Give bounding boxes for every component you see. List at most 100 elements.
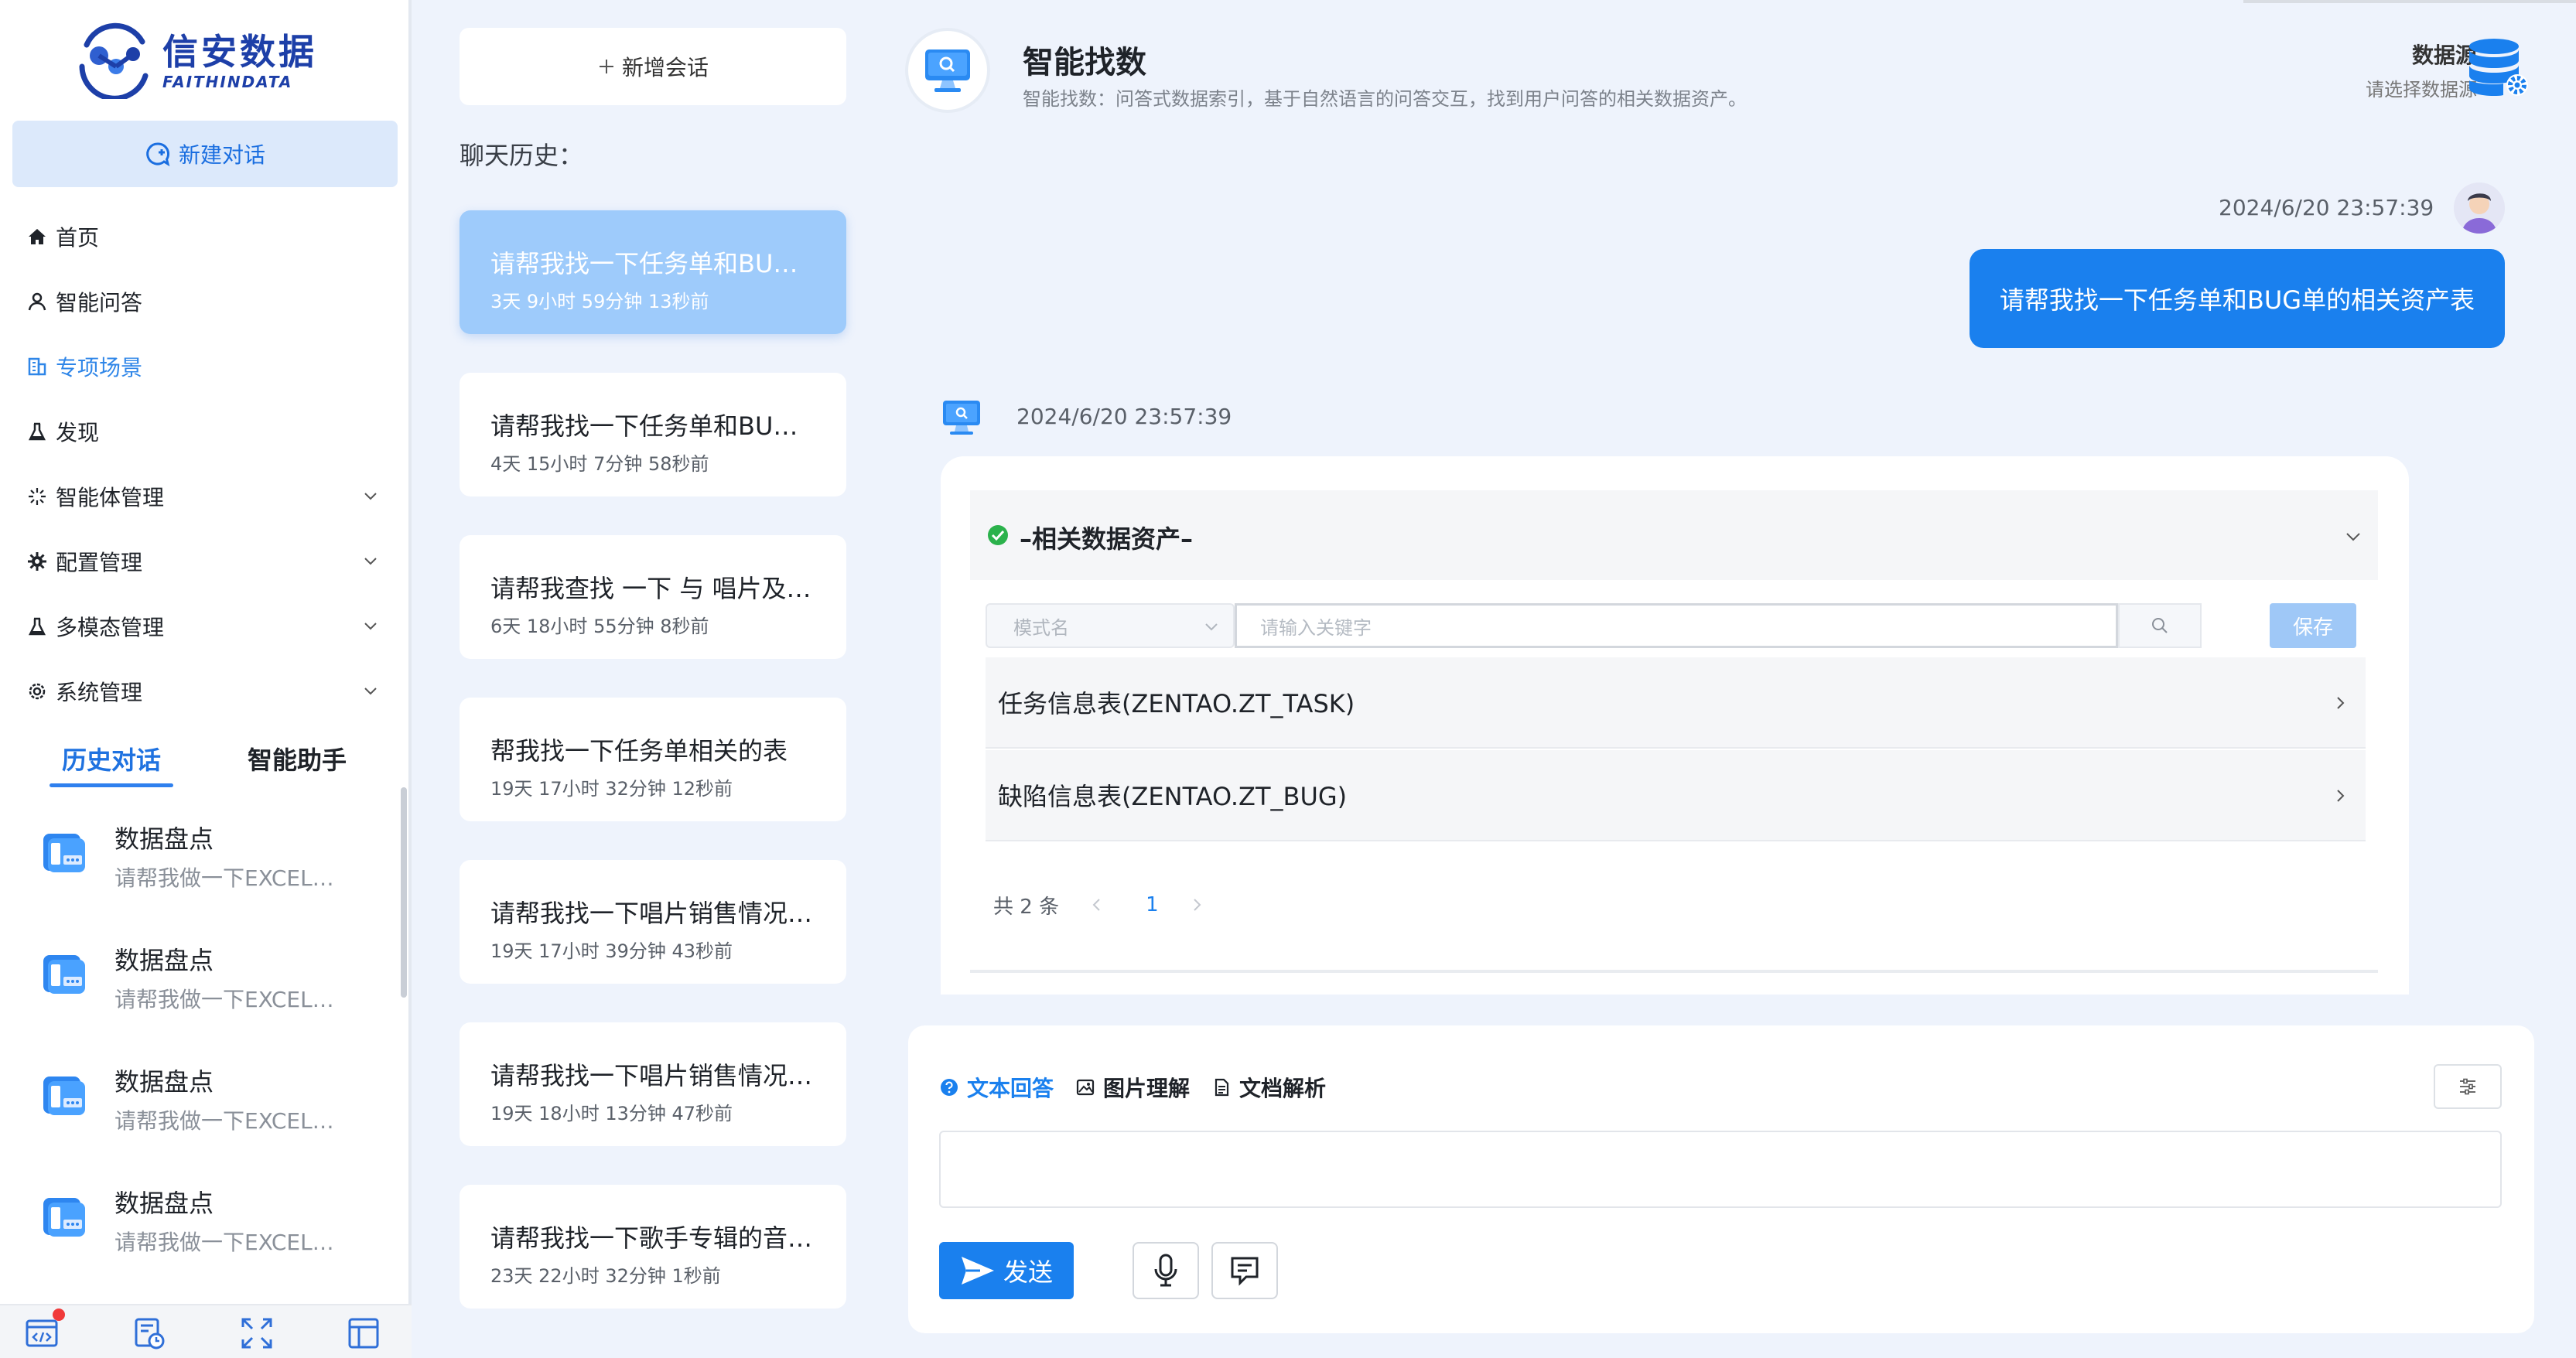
report-clock-icon[interactable] (132, 1316, 166, 1350)
page-number[interactable]: 1 (1146, 893, 1159, 916)
sparkle-icon (26, 486, 48, 507)
quick-reply-button[interactable] (1211, 1242, 1278, 1299)
history-item[interactable]: 请帮我查找 一下 与 唱片及销售相关的表 6天 18小时 55分钟 8秒前 (460, 535, 846, 659)
new-session-label: 新增会话 (621, 55, 709, 80)
app-window-icon (43, 1077, 85, 1115)
chat-history-panel: 新增会话 聊天历史： 请帮我找一下任务单和BUG单的相关资产表 3天 9小时 5… (460, 28, 846, 1358)
gear-icon (26, 551, 48, 572)
table-row-label: 缺陷信息表(ZENTAO.ZT_BUG) (998, 782, 1348, 811)
answer-mode-tabs: 文本回答 图片理解 文档解析 (939, 1069, 1348, 1106)
nav-item-agent-management[interactable]: 智能体管理 (0, 464, 412, 529)
mode-document-parsing[interactable]: 文档解析 (1211, 1072, 1326, 1103)
chevron-right-icon (2337, 697, 2345, 709)
conversation-title: 数据盘点 (114, 1189, 214, 1218)
flask-icon (26, 616, 48, 637)
table-row[interactable]: 任务信息表(ZENTAO.ZT_TASK) (986, 657, 2366, 749)
history-item-time: 3天 9小时 59分钟 13秒前 (490, 291, 709, 312)
history-item-time: 19天 18小时 13分钟 47秒前 (490, 1103, 733, 1124)
mode-image-understanding[interactable]: 图片理解 (1075, 1072, 1190, 1103)
history-item-title: 帮我找一下任务单相关的表 (490, 736, 788, 766)
logo-mark-icon (79, 22, 149, 99)
search-icon (2152, 618, 2168, 633)
nav-item-label: 首页 (56, 225, 100, 251)
list-item[interactable]: 数据盘点 请帮我做一下EXCEL… (0, 790, 402, 912)
nav-item-discover[interactable]: 发现 (0, 399, 412, 464)
message-icon (1231, 1257, 1259, 1286)
conversation-title: 数据盘点 (114, 946, 214, 975)
schema-select[interactable]: 模式名 (986, 603, 1235, 648)
user-avatar-icon (2454, 183, 2505, 234)
tab-history[interactable]: 历史对话 (50, 730, 173, 787)
expand-icon[interactable] (240, 1316, 274, 1350)
conversation-list: 数据盘点 请帮我做一下EXCEL… 数据盘点 请帮我做一下EXCEL… 数据盘点… (0, 790, 402, 1304)
keyword-input[interactable]: 请输入关键字 (1235, 603, 2118, 648)
database-gear-icon[interactable] (2465, 36, 2531, 101)
nav-item-system-management[interactable]: 系统管理 (0, 659, 412, 724)
list-item[interactable]: 数据盘点 请帮我做一下EXCEL… (0, 1033, 402, 1155)
send-button[interactable]: 发送 (939, 1242, 1074, 1299)
conversation-title: 数据盘点 (114, 824, 214, 854)
history-title: 聊天历史： (460, 141, 584, 170)
send-label: 发送 (1003, 1257, 1053, 1287)
list-item[interactable]: 数据盘点 请帮我做一下EXCEL… (0, 1155, 402, 1276)
scrollbar[interactable] (401, 787, 407, 998)
history-item-title: 请帮我查找 一下 与 唱片及销售相关的表 (490, 574, 815, 603)
history-item-time: 19天 17小时 39分钟 43秒前 (490, 940, 733, 962)
chevron-down-icon (364, 493, 377, 500)
chevron-left-icon[interactable] (1088, 896, 1105, 913)
history-item[interactable]: 请帮我找一下任务单和BUG单的相关资产表 3天 9小时 59分钟 13秒前 (460, 210, 846, 334)
history-item[interactable]: 请帮我找一下任务单和BUG单的相关资产表 4天 15小时 7分钟 58秒前 (460, 373, 846, 496)
new-chat-label: 新建对话 (178, 142, 265, 168)
conversation-snippet: 请帮我做一下EXCEL… (114, 865, 334, 891)
mode-label: 文本回答 (967, 1076, 1054, 1101)
app-window-icon (43, 1198, 85, 1237)
assets-section-header[interactable]: –相关数据资产– (970, 490, 2378, 580)
main-nav: 首页 智能问答 专项场景 发现 智能体管理 配置管理 多模态管理 系统管理 (0, 204, 412, 724)
bot-message-time: 2024/6/20 23:57:39 (1016, 404, 1232, 429)
history-item-time: 19天 17小时 32分钟 12秒前 (490, 778, 733, 800)
nav-item-qa[interactable]: 智能问答 (0, 269, 412, 334)
layout-icon[interactable] (347, 1316, 381, 1350)
pagination: 共 2 条 1 (993, 889, 1205, 920)
image-icon (1076, 1079, 1095, 1096)
chevron-right-icon[interactable] (1188, 896, 1205, 913)
history-item[interactable]: 请帮我找一下歌手专辑的音乐相关的表 23天 22小时 32分钟 1秒前 (460, 1185, 846, 1309)
history-item[interactable]: 请帮我找一下唱片销售情况相关的表 19天 17小时 39分钟 43秒前 (460, 860, 846, 984)
chevron-down-icon (2346, 533, 2360, 541)
table-row[interactable]: 缺陷信息表(ZENTAO.ZT_BUG) (986, 750, 2366, 841)
nav-item-config-management[interactable]: 配置管理 (0, 529, 412, 594)
save-button[interactable]: 保存 (2270, 603, 2356, 648)
tab-assistant[interactable]: 智能助手 (235, 730, 359, 787)
list-item[interactable]: 数据盘点 请帮我做一下EXCEL… (0, 912, 402, 1033)
nav-item-multimodal-management[interactable]: 多模态管理 (0, 594, 412, 659)
building-icon (26, 356, 48, 377)
plus-icon (599, 60, 613, 73)
voice-input-button[interactable] (1133, 1242, 1199, 1299)
history-item-title: 请帮我找一下唱片销售情况相关的表 (490, 899, 815, 928)
nav-item-special-scenes[interactable]: 专项场景 (0, 334, 412, 399)
history-item[interactable]: 请帮我找一下唱片销售情况相关的表 19天 18小时 13分钟 47秒前 (460, 1022, 846, 1146)
settings-button[interactable] (2434, 1064, 2502, 1109)
brand-name-cn: 信安数据 (162, 31, 317, 73)
nav-item-home[interactable]: 首页 (0, 204, 412, 269)
mode-text-answer[interactable]: 文本回答 (939, 1072, 1054, 1103)
brand-logo[interactable]: 信安数据 FAITHINDATA (71, 22, 350, 99)
flask-icon (26, 421, 48, 442)
new-session-button[interactable]: 新增会话 (460, 28, 846, 105)
mode-label: 文档解析 (1239, 1076, 1327, 1101)
search-button[interactable] (2118, 603, 2202, 648)
app-window-icon (43, 834, 85, 872)
settings-icon (26, 681, 48, 702)
message-input[interactable] (939, 1131, 2502, 1208)
code-window-icon[interactable] (25, 1316, 59, 1350)
nav-item-label: 智能问答 (56, 290, 143, 316)
table-row-label: 任务信息表(ZENTAO.ZT_TASK) (998, 689, 1355, 718)
new-chat-button[interactable]: 新建对话 (12, 121, 398, 187)
history-item-time: 4天 15小时 7分钟 58秒前 (490, 453, 709, 475)
page-title: 智能找数 (1023, 45, 1146, 80)
chevron-down-icon (364, 688, 377, 695)
main-header: 智能找数 智能找数：问答式数据索引，基于自然语言的问答交互，找到用户问答的相关数… (905, 28, 2537, 114)
datasource-selector[interactable]: 数据源 请选择数据源 (2328, 39, 2477, 101)
history-item[interactable]: 帮我找一下任务单相关的表 19天 17小时 32分钟 12秒前 (460, 698, 846, 821)
user-avatar[interactable] (2454, 183, 2505, 234)
